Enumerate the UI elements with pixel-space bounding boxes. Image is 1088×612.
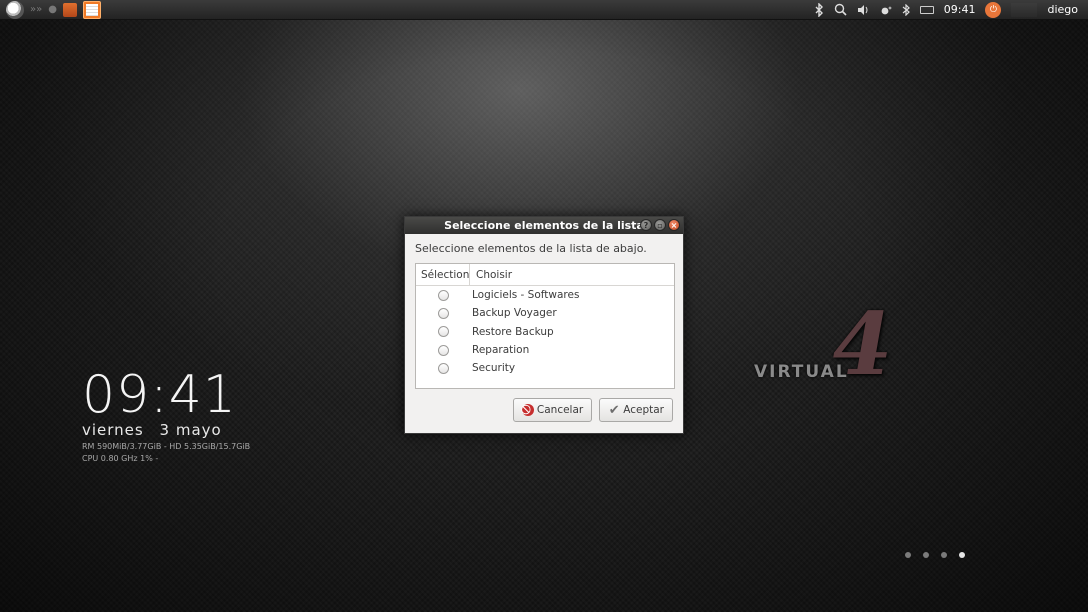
- workspace-dot-4[interactable]: [959, 552, 965, 558]
- panel-right: 09:41 ⏻ diego: [814, 0, 1088, 20]
- column-header-choose[interactable]: Choisir: [470, 264, 512, 285]
- cancel-button[interactable]: ⃠ Cancelar: [512, 398, 593, 422]
- recording-icon[interactable]: [880, 2, 892, 18]
- memory-disk-stats: RM 590MiB/3.77GiB - HD 5.35GiB/15.7GiB: [82, 442, 251, 451]
- dialog-buttons: ⃠ Cancelar ✔ Aceptar: [506, 398, 673, 422]
- virtual4-logo: 4 VIRTUAL: [754, 294, 944, 395]
- text-editor-icon[interactable]: [82, 0, 101, 19]
- app-menu-icon[interactable]: [6, 0, 24, 19]
- item-label: Security: [472, 362, 516, 375]
- desktop-day-month: 3 mayo: [159, 421, 222, 439]
- user-name[interactable]: diego: [1047, 3, 1078, 16]
- cpu-stats: CPU 0.80 GHz 1% -: [82, 454, 159, 463]
- list-header: Sélection Choisir: [416, 264, 674, 286]
- desktop-time: 09:41: [82, 365, 237, 425]
- list-item[interactable]: Restore Backup: [416, 323, 674, 341]
- dialog-titlebar[interactable]: Seleccione elementos de la lista ? ▫ ×: [405, 217, 683, 234]
- ok-button[interactable]: ✔ Aceptar: [599, 398, 673, 422]
- top-panel: »» ● 09:41 ⏻ diego: [0, 0, 1088, 20]
- desktop-date: viernes 3 mayo: [82, 421, 250, 439]
- window-controls: ? ▫ ×: [638, 219, 680, 231]
- cancel-icon: ⃠: [521, 404, 534, 416]
- item-label: Reparation: [472, 344, 530, 357]
- item-radio[interactable]: [437, 289, 449, 301]
- close-icon[interactable]: ×: [668, 219, 680, 231]
- desktop-clock-widget: 09:41 viernes 3 mayo RM 590MiB/3.77GiB -…: [82, 368, 250, 465]
- selection-list[interactable]: Sélection Choisir Logiciels - Softwares …: [415, 263, 675, 389]
- forward-icon[interactable]: »»: [30, 2, 42, 18]
- desktop-weekday: viernes: [82, 421, 144, 439]
- battery-icon[interactable]: [919, 2, 934, 18]
- bluetooth-small-icon[interactable]: [902, 2, 910, 18]
- file-manager-icon[interactable]: [62, 2, 77, 18]
- item-radio[interactable]: [437, 307, 449, 319]
- search-icon[interactable]: [834, 2, 847, 18]
- panel-left: »» ●: [0, 0, 101, 20]
- system-stats: RM 590MiB/3.77GiB - HD 5.35GiB/15.7GiB C…: [82, 441, 250, 465]
- dialog-title: Seleccione elementos de la lista: [444, 219, 644, 232]
- dialog-prompt: Seleccione elementos de la lista de abaj…: [415, 242, 647, 255]
- panel-clock[interactable]: 09:41: [944, 3, 976, 16]
- list-item[interactable]: Reparation: [416, 341, 674, 359]
- session-icon[interactable]: ⏻: [985, 1, 1002, 18]
- list-item[interactable]: Logiciels - Softwares: [416, 286, 674, 304]
- item-label: Backup Voyager: [472, 307, 557, 320]
- user-avatar[interactable]: [1011, 2, 1038, 18]
- item-label: Restore Backup: [472, 325, 554, 338]
- cancel-button-label: Cancelar: [536, 404, 584, 416]
- workspace-dot-3[interactable]: [941, 552, 947, 558]
- list-item[interactable]: Backup Voyager: [416, 304, 674, 322]
- workspace-dot-1[interactable]: [905, 552, 911, 558]
- list-item[interactable]: Security: [416, 359, 674, 377]
- list-selection-dialog: Seleccione elementos de la lista ? ▫ × S…: [404, 216, 684, 434]
- column-header-selection[interactable]: Sélection: [416, 264, 470, 285]
- help-icon[interactable]: ?: [640, 219, 652, 231]
- maximize-icon[interactable]: ▫: [654, 219, 666, 231]
- workspace-switcher: [905, 552, 977, 558]
- volume-icon[interactable]: [857, 2, 870, 18]
- bluetooth-icon[interactable]: [814, 2, 824, 18]
- item-radio[interactable]: [437, 344, 449, 356]
- checkmark-icon: ✔: [608, 402, 620, 418]
- dot-icon[interactable]: ●: [48, 2, 57, 18]
- item-label: Logiciels - Softwares: [472, 289, 580, 302]
- logo-text: VIRTUAL: [754, 362, 849, 382]
- item-radio[interactable]: [437, 326, 449, 338]
- workspace-dot-2[interactable]: [923, 552, 929, 558]
- ok-button-label: Aceptar: [623, 404, 664, 416]
- item-radio[interactable]: [437, 362, 449, 374]
